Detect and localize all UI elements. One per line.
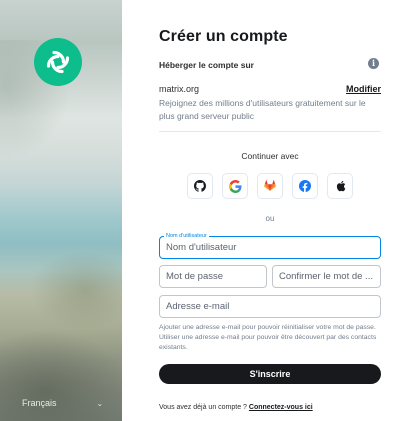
confirm-password-field[interactable] [272,265,381,288]
language-selector[interactable]: Français ⌄ [22,398,103,408]
login-prompt: Vous avez déjà un compte ? Connectez-vou… [159,404,313,411]
apple-sso-button[interactable] [327,173,353,199]
gitlab-sso-button[interactable] [257,173,283,199]
register-button[interactable]: S'inscrire [159,364,381,384]
gitlab-icon [264,180,276,191]
server-name: matrix.org [159,84,200,94]
facebook-sso-button[interactable] [292,173,318,199]
confirm-password-input[interactable] [273,266,380,287]
email-input[interactable] [160,296,380,317]
element-logo [34,38,82,86]
element-logo-icon [46,50,70,74]
github-sso-button[interactable] [187,173,213,199]
password-field[interactable] [159,265,267,288]
chevron-down-icon: ⌄ [96,398,104,408]
background-texture [30,250,122,330]
username-field[interactable]: Nom d'utilisateur [159,233,381,259]
divider [159,131,381,132]
continue-with-label: Continuer avec [241,151,299,161]
facebook-icon [299,180,311,192]
info-icon[interactable]: i [368,58,379,69]
apple-icon [336,180,345,192]
username-floating-label: Nom d'utilisateur [164,233,209,240]
password-input[interactable] [160,266,266,287]
registration-form: Créer un compte Héberger le compte sur i… [159,0,381,421]
have-account-text: Vous avez déjà un compte ? [159,404,247,411]
language-label: Français [22,398,57,408]
background-panel: Français ⌄ [0,0,122,421]
email-field[interactable] [159,295,381,318]
sso-buttons [159,173,381,199]
or-separator: ou [265,214,275,223]
github-icon [194,180,206,192]
server-description: Rejoignez des millions d'utilisateurs gr… [159,98,366,121]
modify-server-link[interactable]: Modifier [346,84,381,94]
username-input[interactable] [160,237,380,258]
google-sso-button[interactable] [222,173,248,199]
email-help-text: Ajouter une adresse e-mail pour pouvoir … [159,324,377,351]
login-link[interactable]: Connectez-vous ici [249,404,313,411]
google-icon [228,179,241,193]
host-label: Héberger le compte sur [159,60,254,70]
page-title: Créer un compte [159,28,288,45]
